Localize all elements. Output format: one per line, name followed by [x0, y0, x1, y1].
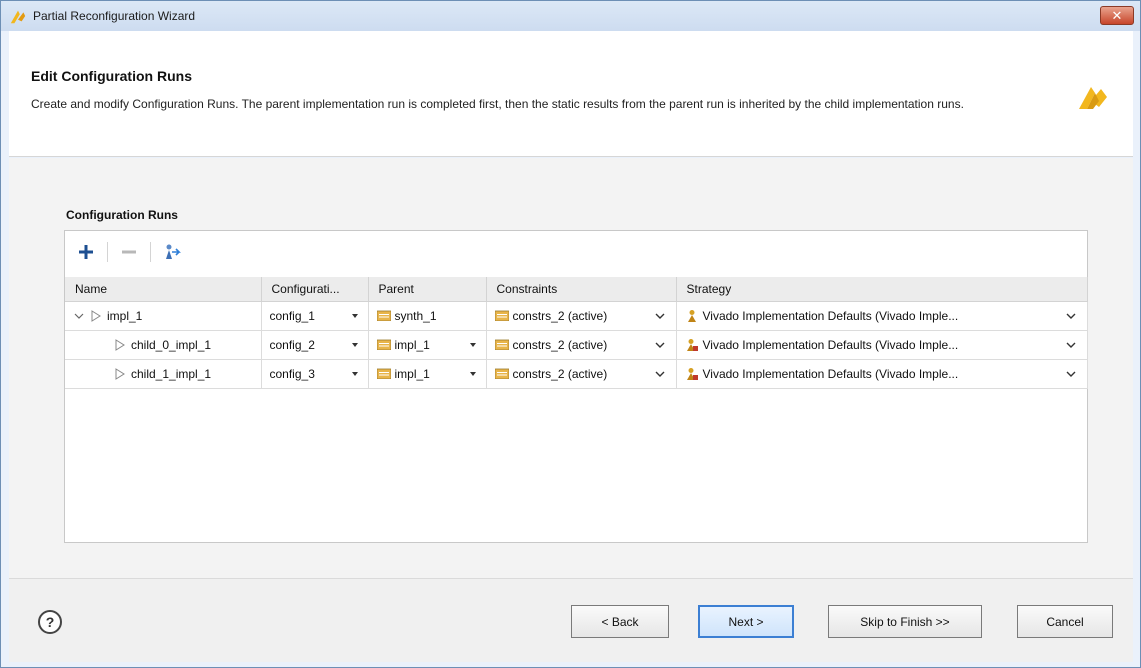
toolbar-divider — [150, 242, 151, 262]
column-header-parent[interactable]: Parent — [368, 277, 487, 302]
column-header-strategy[interactable]: Strategy — [676, 277, 1088, 302]
parent-value: impl_1 — [394, 337, 430, 352]
strategy-person-lock-icon — [686, 338, 698, 351]
table-row[interactable]: impl_1 config_1 synth_1 constrs_2 (activ… — [65, 301, 1088, 331]
add-button[interactable] — [75, 241, 97, 263]
parent-cell[interactable]: impl_1 — [368, 330, 487, 360]
strategy-value: Vivado Implementation Defaults (Vivado I… — [702, 366, 959, 381]
constraints-value: constrs_2 (active) — [512, 337, 608, 352]
table-header-row: Name Configurati... Parent Constraints S… — [65, 277, 1088, 302]
chevron-down-icon[interactable] — [1065, 340, 1077, 350]
chevron-down-icon[interactable] — [1065, 311, 1077, 321]
wizard-header: Edit Configuration Runs Create and modif… — [9, 31, 1133, 157]
title-bar[interactable]: Partial Reconfiguration Wizard ✕ — [1, 1, 1140, 31]
remove-button[interactable] — [118, 241, 140, 263]
parent-cell[interactable]: impl_1 — [368, 359, 487, 389]
parent-value: impl_1 — [394, 366, 430, 381]
wizard-content: Configuration Runs Name Configurati... P… — [9, 158, 1133, 578]
skip-button-label: Skip to Finish >> — [860, 614, 950, 629]
strategy-cell[interactable]: Vivado Implementation Defaults (Vivado I… — [676, 301, 1088, 331]
configuration-value: config_3 — [269, 366, 315, 381]
configuration-value: config_1 — [269, 308, 315, 323]
constraints-value: constrs_2 (active) — [512, 366, 608, 381]
constraints-folder-icon — [494, 310, 509, 321]
constraints-cell[interactable]: constrs_2 (active) — [486, 301, 677, 331]
configuration-runs-panel: Name Configurati... Parent Constraints S… — [64, 230, 1088, 543]
close-icon: ✕ — [1111, 7, 1123, 23]
cancel-button[interactable]: Cancel — [1017, 605, 1113, 638]
collapse-chevron-icon[interactable] — [73, 311, 85, 321]
name-cell[interactable]: child_0_impl_1 — [65, 330, 262, 360]
dropdown-arrow-icon[interactable] — [350, 311, 360, 321]
dropdown-arrow-icon[interactable] — [350, 369, 360, 379]
constraints-cell[interactable]: constrs_2 (active) — [486, 330, 677, 360]
constraints-cell[interactable]: constrs_2 (active) — [486, 359, 677, 389]
run-arrow-icon — [115, 367, 125, 380]
run-folder-icon — [376, 368, 391, 379]
run-folder-icon — [376, 310, 391, 321]
parent-value: synth_1 — [394, 308, 437, 323]
strategy-value: Vivado Implementation Defaults (Vivado I… — [702, 337, 959, 352]
table-row[interactable]: child_1_impl_1 config_3 impl_1 constrs_2… — [65, 359, 1088, 389]
run-name: child_1_impl_1 — [131, 366, 212, 381]
skip-to-finish-button[interactable]: Skip to Finish >> — [828, 605, 982, 638]
run-arrow-icon — [91, 309, 101, 322]
strategy-person-lock-icon — [686, 367, 698, 380]
auto-create-button[interactable] — [161, 241, 183, 263]
chevron-down-icon[interactable] — [654, 311, 666, 321]
strategy-cell[interactable]: Vivado Implementation Defaults (Vivado I… — [676, 330, 1088, 360]
chevron-down-icon[interactable] — [654, 340, 666, 350]
remove-icon — [122, 250, 136, 254]
strategy-person-icon — [687, 309, 696, 322]
column-header-name[interactable]: Name — [65, 277, 262, 302]
dropdown-arrow-icon[interactable] — [350, 340, 360, 350]
back-button-label: < Back — [601, 614, 639, 629]
page-title: Edit Configuration Runs — [31, 68, 192, 84]
next-button[interactable]: Next > — [698, 605, 794, 638]
vivado-logo-icon — [10, 10, 26, 24]
run-folder-icon — [376, 339, 391, 350]
configuration-cell[interactable]: config_3 — [261, 359, 369, 389]
toolbar-divider — [107, 242, 108, 262]
close-button[interactable]: ✕ — [1100, 6, 1134, 25]
dropdown-arrow-icon[interactable] — [468, 340, 478, 350]
configuration-value: config_2 — [269, 337, 315, 352]
vivado-logo-icon — [1079, 87, 1107, 109]
chevron-down-icon[interactable] — [654, 369, 666, 379]
column-header-constraints[interactable]: Constraints — [486, 277, 677, 302]
add-icon — [79, 245, 93, 259]
strategy-value: Vivado Implementation Defaults (Vivado I… — [702, 308, 959, 323]
run-name: impl_1 — [107, 308, 143, 323]
page-description: Create and modify Configuration Runs. Th… — [31, 97, 964, 111]
back-button[interactable]: < Back — [571, 605, 669, 638]
chevron-down-icon[interactable] — [1065, 369, 1077, 379]
table-row[interactable]: child_0_impl_1 config_2 impl_1 constrs_2… — [65, 330, 1088, 360]
section-label: Configuration Runs — [66, 208, 178, 222]
parent-cell[interactable]: synth_1 — [368, 301, 487, 331]
wizard-footer: ? < Back Next > Skip to Finish >> Cancel — [9, 578, 1133, 662]
run-arrow-icon — [115, 338, 125, 351]
configuration-cell[interactable]: config_1 — [261, 301, 369, 331]
help-icon: ? — [45, 614, 55, 630]
auto-create-icon — [166, 244, 181, 259]
column-header-configuration[interactable]: Configurati... — [261, 277, 369, 302]
name-cell[interactable]: child_1_impl_1 — [65, 359, 262, 389]
next-button-label: Next > — [728, 614, 764, 629]
constraints-value: constrs_2 (active) — [512, 308, 608, 323]
window-title: Partial Reconfiguration Wizard — [33, 9, 196, 23]
cancel-button-label: Cancel — [1046, 614, 1084, 629]
help-button[interactable]: ? — [38, 610, 62, 634]
configuration-runs-table: Name Configurati... Parent Constraints S… — [65, 277, 1088, 389]
constraints-folder-icon — [494, 368, 509, 379]
toolbar — [65, 231, 1087, 273]
constraints-folder-icon — [494, 339, 509, 350]
name-cell[interactable]: impl_1 — [65, 301, 262, 331]
wizard-window: Partial Reconfiguration Wizard ✕ Edit Co… — [0, 0, 1141, 668]
configuration-cell[interactable]: config_2 — [261, 330, 369, 360]
dropdown-arrow-icon[interactable] — [468, 369, 478, 379]
run-name: child_0_impl_1 — [131, 337, 212, 352]
strategy-cell[interactable]: Vivado Implementation Defaults (Vivado I… — [676, 359, 1088, 389]
